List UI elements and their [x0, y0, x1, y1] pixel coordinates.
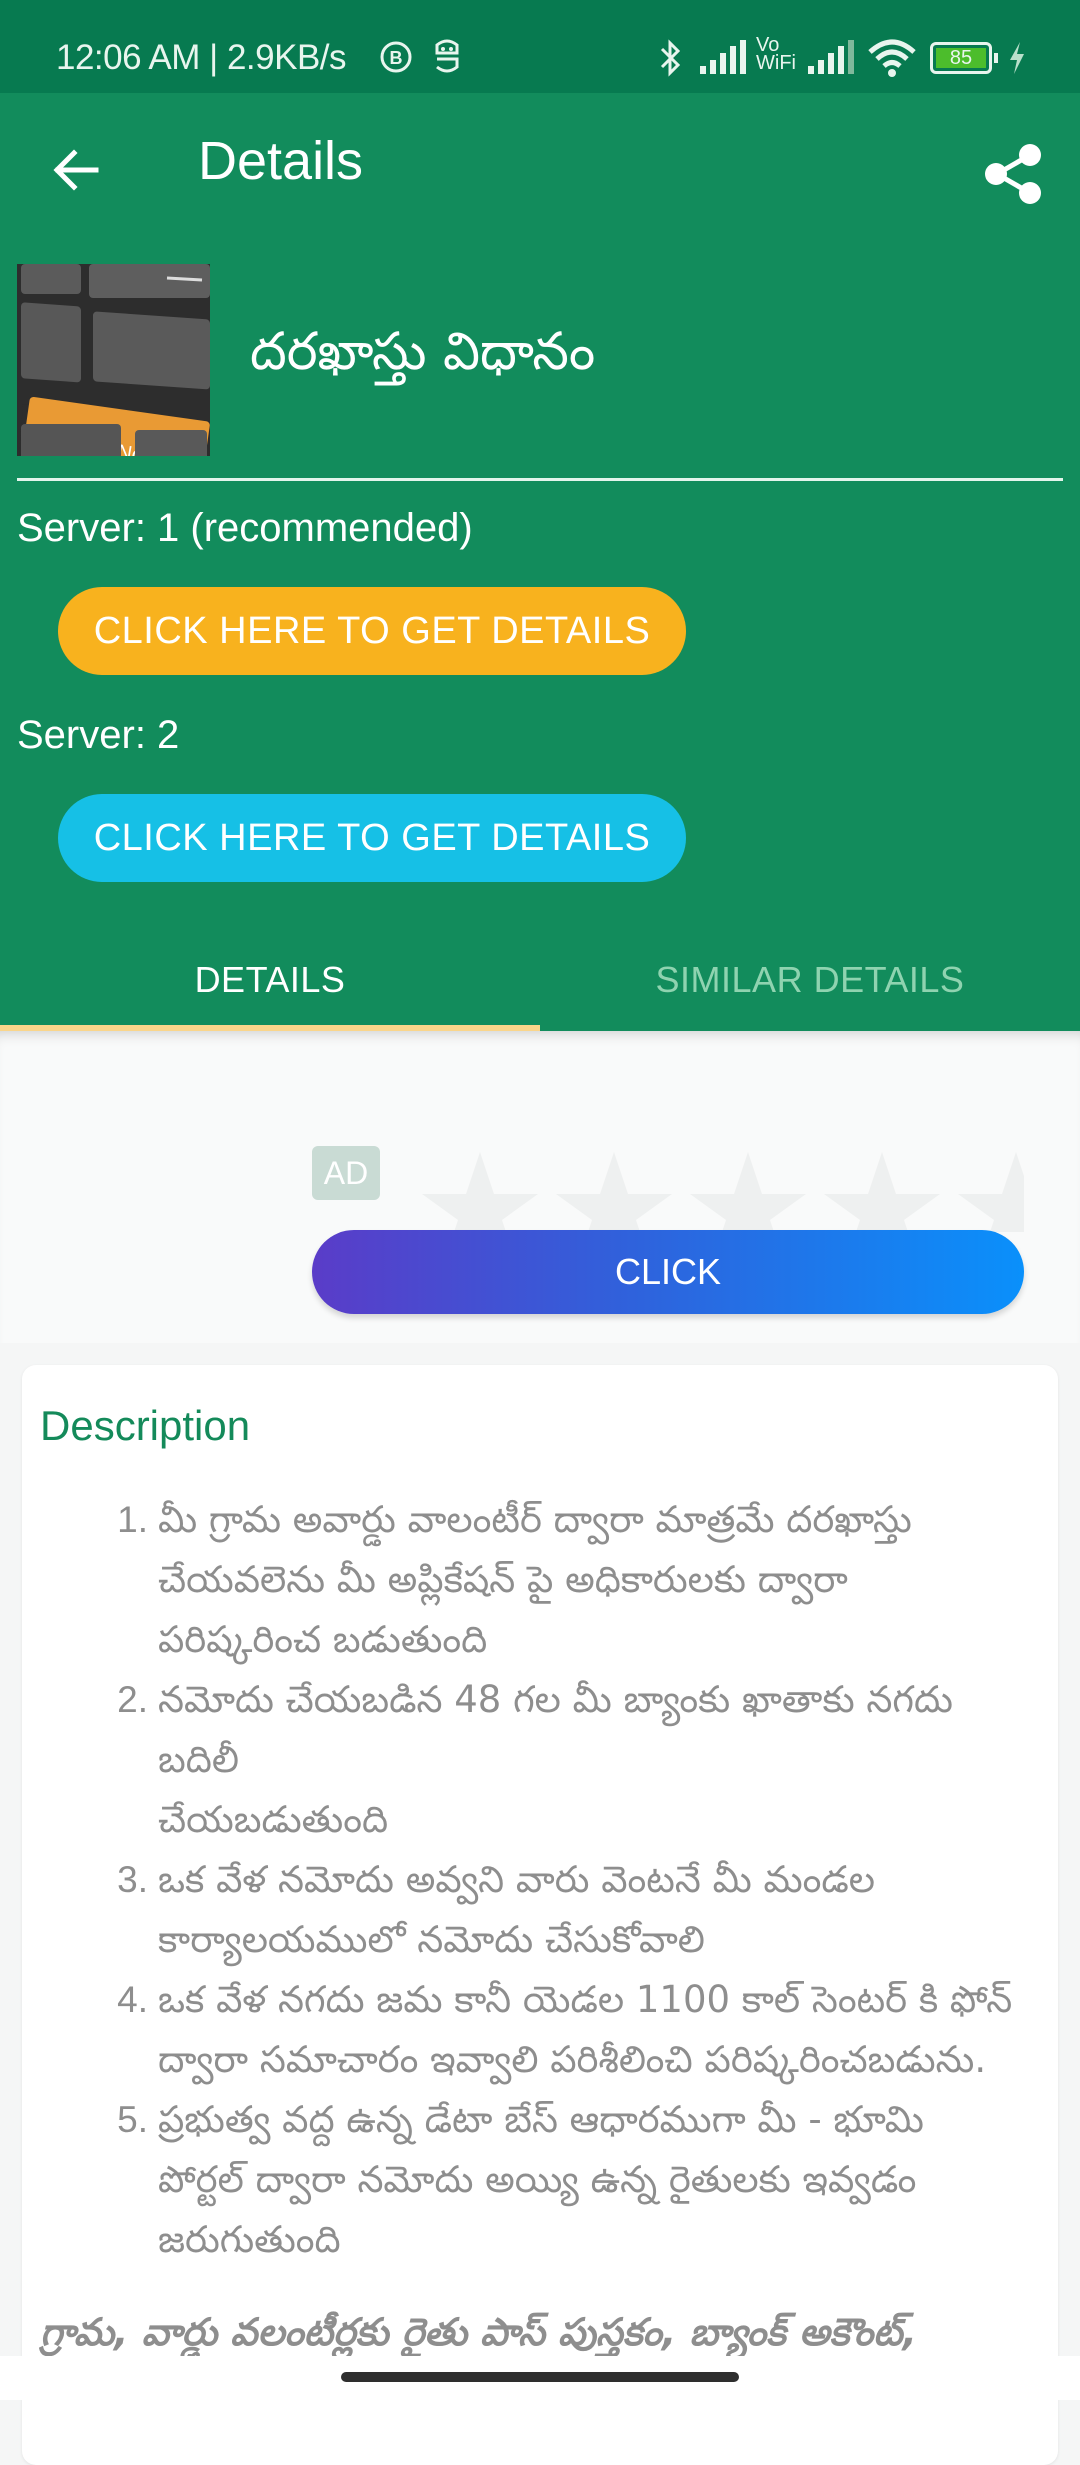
- list-item: 4. ఒక వేళ నగదు జమ కానీ యెడల 1100 కాల్ సెం…: [108, 1970, 1028, 2090]
- star-icon: [690, 1152, 806, 1232]
- list-item-text: మీ గ్రామ అవార్డు వాలంటీర్ ద్వారా మాత్రమే…: [158, 1498, 912, 1661]
- star-icon: [958, 1152, 1024, 1232]
- wifi-icon: [868, 38, 916, 78]
- list-item-number: 2.: [117, 1679, 148, 1720]
- charging-icon: [1006, 38, 1028, 78]
- battery-level: 85: [936, 47, 986, 69]
- list-item-number: 4.: [117, 1979, 148, 2020]
- server-1-get-details-button[interactable]: CLICK HERE TO GET DETAILS: [58, 587, 686, 675]
- tab-similar-details[interactable]: SIMILAR DETAILS: [540, 935, 1080, 1025]
- signal-icon: [808, 38, 858, 78]
- list-item-number: 3.: [117, 1859, 148, 1900]
- star-icon: [824, 1152, 940, 1232]
- list-item-number: 1.: [117, 1499, 148, 1540]
- server-2-label: Server: 2: [17, 713, 180, 757]
- list-item-text: ప్రభుత్వ వద్ద ఉన్న డేటా బేస్ ఆధారముగా మీ…: [158, 2098, 924, 2261]
- list-item: 5. ప్రభుత్వ వద్ద ఉన్న డేటా బేస్ ఆధారముగా …: [108, 2090, 1028, 2270]
- list-item-text: ఒక వేళ నగదు జమ కానీ యెడల 1100 కాల్ సెంటర…: [158, 1978, 1013, 2081]
- android-icon: [432, 38, 462, 78]
- description-list: 1. మీ గ్రామ అవార్డు వాలంటీర్ ద్వారా మాత్ర…: [108, 1490, 1028, 2270]
- star-icon: [422, 1152, 538, 1232]
- server-1-label: Server: 1 (recommended): [17, 506, 473, 550]
- list-item: 2. నమోదు చేయబడిన 48 గల మీ బ్యాంకు ఖాతాకు …: [108, 1670, 1028, 1850]
- share-icon: [985, 144, 1041, 204]
- server-2-get-details-button[interactable]: CLICK HERE TO GET DETAILS: [58, 794, 686, 882]
- svg-text:B: B: [390, 48, 403, 68]
- share-button[interactable]: [980, 138, 1050, 208]
- header: [0, 93, 1080, 1033]
- vowifi-icon: Vo WiFi: [756, 34, 796, 74]
- list-item: 3. ఒక వేళ నమోదు అవ్వని వారు వెంటనే మీ మండ…: [108, 1850, 1028, 1970]
- arrow-left-icon: [53, 149, 99, 191]
- ad-rating-stars: [420, 1152, 1024, 1232]
- status-time: 12:06 AM | 2.9KB/s: [56, 38, 347, 77]
- item-thumbnail: Apply Now: [17, 264, 210, 456]
- bluetooth-icon: [658, 38, 684, 78]
- list-item: 1. మీ గ్రామ అవార్డు వాలంటీర్ ద్వారా మాత్ర…: [108, 1490, 1028, 1670]
- item-title: దరఖాస్తు విధానం: [250, 322, 596, 382]
- list-item-number: 5.: [117, 2099, 148, 2140]
- signal-icon: [700, 38, 750, 78]
- back-button[interactable]: [48, 140, 108, 200]
- status-bar: 12:06 AM | 2.9KB/s B Vo WiFi 85: [0, 0, 1080, 93]
- ad-click-button[interactable]: CLICK: [312, 1230, 1024, 1314]
- tab-details[interactable]: DETAILS: [0, 935, 540, 1025]
- page-title: Details: [198, 131, 364, 191]
- battery-icon: 85: [930, 38, 998, 78]
- list-item-text: ఒక వేళ నమోదు అవ్వని వారు వెంటనే మీ మండల …: [158, 1858, 875, 1961]
- list-item-text: నమోదు చేయబడిన 48 గల మీ బ్యాంకు ఖాతాకు నగ…: [158, 1678, 953, 1841]
- ad-badge: AD: [312, 1146, 380, 1200]
- home-gesture-handle[interactable]: [341, 2372, 739, 2382]
- star-icon: [556, 1152, 672, 1232]
- b-chat-icon: B: [378, 38, 414, 78]
- header-divider: [17, 478, 1063, 481]
- description-heading: Description: [40, 1402, 251, 1449]
